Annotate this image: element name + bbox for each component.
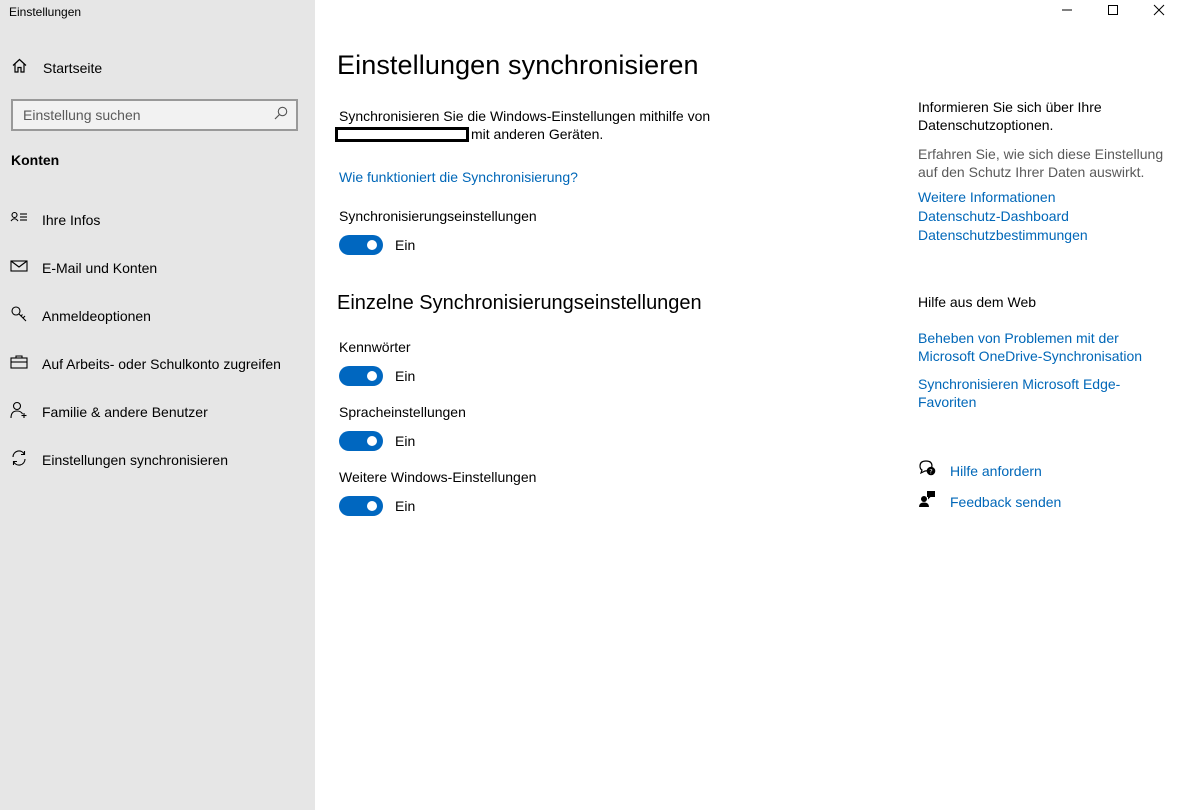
- edge-favorites-sync-link[interactable]: Synchronisieren Microsoft Edge-Favoriten: [918, 375, 1168, 411]
- sidebar-item-label: E-Mail und Konten: [42, 260, 158, 276]
- search-box[interactable]: [11, 99, 298, 131]
- other-windows-settings-label: Weitere Windows-Einstellungen: [339, 469, 537, 485]
- sidebar-item-anmeldeoptionen[interactable]: Anmeldeoptionen: [0, 292, 315, 340]
- other-windows-settings-toggle[interactable]: [339, 496, 383, 516]
- other-windows-settings-toggle-row: Ein: [339, 496, 415, 516]
- sync-settings-label: Synchronisierungseinstellungen: [339, 208, 537, 224]
- svg-text:?: ?: [929, 468, 932, 476]
- sidebar-item-label: Familie & andere Benutzer: [42, 404, 208, 420]
- onedrive-sync-help-link[interactable]: Beheben von Problemen mit der Microsoft …: [918, 329, 1168, 365]
- privacy-heading: Informieren Sie sich über Ihre Datenschu…: [918, 99, 1102, 133]
- how-sync-works-link[interactable]: Wie funktioniert die Synchronisierung?: [339, 169, 578, 185]
- sidebar: Einstellungen Startseite Konten Ihre Inf…: [0, 0, 315, 810]
- sidebar-item-label: Auf Arbeits- oder Schulkonto zugreifen: [42, 356, 281, 372]
- toggle-state: Ein: [395, 498, 416, 514]
- redacted-account: [335, 127, 469, 142]
- person-add-icon: [10, 401, 28, 424]
- section-label-konten: Konten: [11, 152, 60, 168]
- toggle-knob: [367, 436, 377, 446]
- search-input[interactable]: [23, 107, 274, 123]
- passwords-toggle[interactable]: [339, 366, 383, 386]
- more-info-link[interactable]: Weitere Informationen: [918, 188, 1168, 206]
- sidebar-item-email-konten[interactable]: E-Mail und Konten: [0, 244, 315, 292]
- get-help-link[interactable]: ? Hilfe anfordern: [918, 459, 1042, 482]
- main-content: Einstellungen synchronisieren Synchronis…: [315, 0, 1178, 810]
- sync-settings-toggle[interactable]: [339, 235, 383, 255]
- home-icon: [11, 57, 28, 79]
- sidebar-item-label: Ihre Infos: [42, 212, 101, 228]
- mail-icon: [10, 257, 28, 280]
- sidebar-item-ihre-infos[interactable]: Ihre Infos: [0, 196, 315, 244]
- chat-help-icon: ?: [918, 459, 936, 482]
- description-text-end: mit anderen Geräten.: [471, 126, 604, 142]
- individual-sync-title: Einzelne Synchronisierungseinstellungen: [337, 292, 702, 314]
- privacy-text: Erfahren Sie, wie sich diese Einstellung…: [918, 146, 1164, 180]
- sync-icon: [10, 449, 28, 472]
- language-settings-toggle-row: Ein: [339, 431, 415, 451]
- send-feedback-label[interactable]: Feedback senden: [950, 494, 1061, 510]
- page-title: Einstellungen synchronisieren: [337, 50, 699, 80]
- sidebar-item-arbeits-schulkonto[interactable]: Auf Arbeits- oder Schulkonto zugreifen: [0, 340, 315, 388]
- description-text: Synchronisieren Sie die Windows-Einstell…: [339, 108, 711, 124]
- get-help-label[interactable]: Hilfe anfordern: [950, 463, 1042, 479]
- toggle-state: Ein: [395, 433, 416, 449]
- passwords-label: Kennwörter: [339, 339, 411, 355]
- send-feedback-link[interactable]: Feedback senden: [918, 490, 1061, 513]
- sync-description: Synchronisieren Sie die Windows-Einstell…: [335, 107, 739, 143]
- sidebar-item-label: Einstellungen synchronisieren: [42, 452, 228, 468]
- home-nav-item[interactable]: Startseite: [11, 56, 102, 80]
- toggle-knob: [367, 371, 377, 381]
- language-settings-label: Spracheinstellungen: [339, 404, 466, 420]
- language-settings-toggle[interactable]: [339, 431, 383, 451]
- sidebar-item-label: Anmeldeoptionen: [42, 308, 151, 324]
- app-title: Einstellungen: [9, 5, 82, 19]
- sidebar-nav: Ihre Infos E-Mail und Konten Anmeldeopti…: [0, 196, 315, 484]
- feedback-icon: [918, 490, 936, 513]
- key-icon: [10, 305, 28, 328]
- sync-settings-toggle-row: Ein: [339, 235, 415, 255]
- search-icon[interactable]: [274, 106, 288, 125]
- privacy-dashboard-link[interactable]: Datenschutz-Dashboard: [918, 207, 1168, 225]
- contact-card-icon: [10, 209, 28, 232]
- toggle-knob: [367, 240, 377, 250]
- web-help-heading: Hilfe aus dem Web: [918, 294, 1037, 310]
- privacy-statement-link[interactable]: Datenschutzbestimmungen: [918, 226, 1168, 244]
- sidebar-item-familie[interactable]: Familie & andere Benutzer: [0, 388, 315, 436]
- home-label: Startseite: [43, 60, 103, 76]
- toggle-knob: [367, 501, 377, 511]
- toggle-state: Ein: [395, 237, 416, 253]
- sidebar-item-einstellungen-synchronisieren[interactable]: Einstellungen synchronisieren: [0, 436, 315, 484]
- briefcase-icon: [10, 353, 28, 376]
- toggle-state: Ein: [395, 368, 416, 384]
- passwords-toggle-row: Ein: [339, 366, 415, 386]
